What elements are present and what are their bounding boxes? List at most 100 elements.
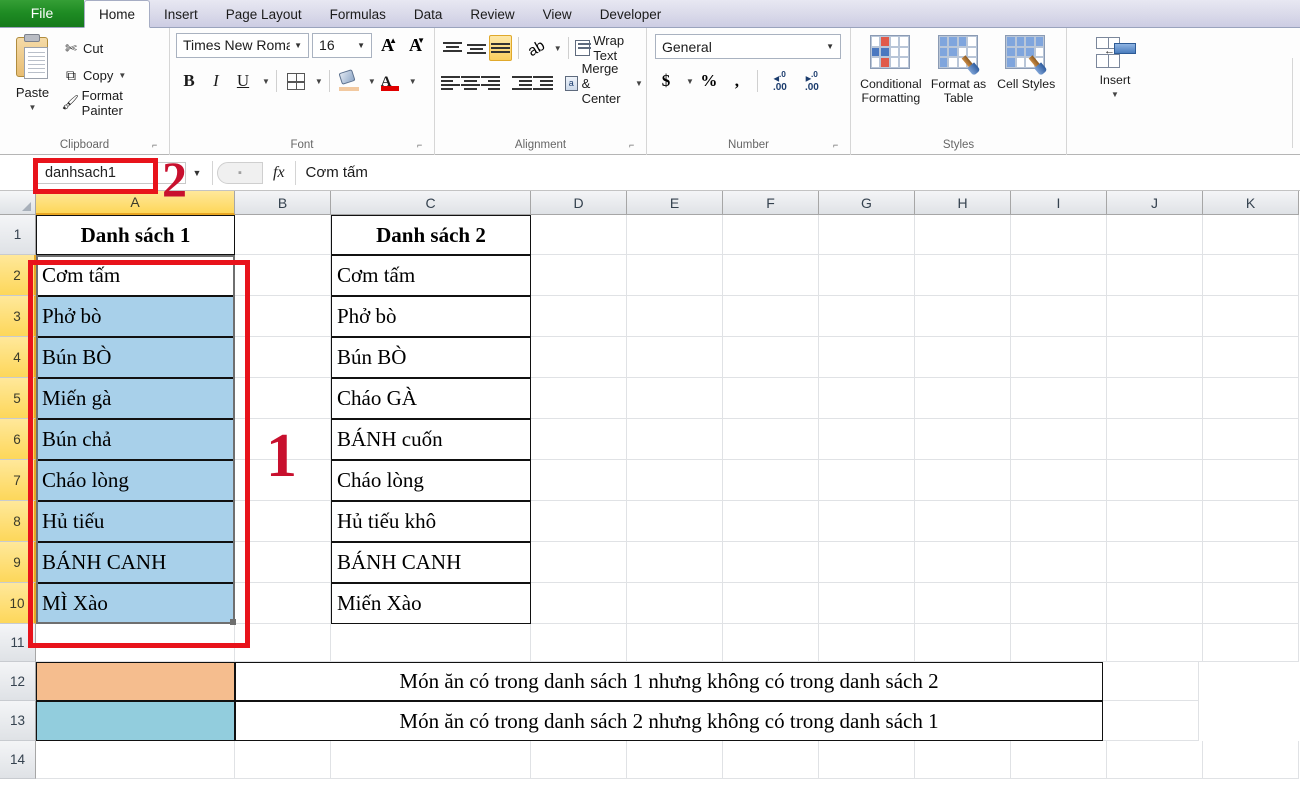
alignment-dialog-launcher[interactable]: ⌐ [629,140,640,151]
tab-formulas[interactable]: Formulas [316,1,400,27]
cell-i6[interactable] [1011,419,1107,460]
cell-i9[interactable] [1011,542,1107,583]
cell-j9[interactable] [1107,542,1203,583]
cell-k10[interactable] [1203,583,1299,624]
chevron-down-icon[interactable]: ▼ [635,79,643,88]
percent-button[interactable]: % [696,68,722,94]
cell-f8[interactable] [723,501,819,542]
chevron-down-icon[interactable]: ▼ [118,71,126,80]
cell-i8[interactable] [1011,501,1107,542]
cell-h14[interactable] [915,741,1011,779]
cell-j4[interactable] [1107,337,1203,378]
cell-h1[interactable] [915,215,1011,255]
cell-d8[interactable] [531,501,627,542]
cell-c10[interactable]: Miến Xào [331,583,531,624]
cell-j5[interactable] [1107,378,1203,419]
cell-i3[interactable] [1011,296,1107,337]
cell-a4[interactable]: Bún BÒ [36,337,235,378]
cell-k2[interactable] [1203,255,1299,296]
chevron-down-icon[interactable]: ▼ [1111,90,1119,99]
cell-b14[interactable] [235,741,331,779]
row-header-1[interactable]: 1 [0,215,36,255]
row-header-14[interactable]: 14 [0,741,36,779]
cell-e10[interactable] [627,583,723,624]
paste-button[interactable]: Paste ▼ [6,31,59,135]
cell-c14[interactable] [331,741,531,779]
cell-e9[interactable] [627,542,723,583]
cell-i11[interactable] [1011,624,1107,662]
align-middle-button[interactable] [465,35,488,61]
cell-e5[interactable] [627,378,723,419]
cell-g7[interactable] [819,460,915,501]
cell-j10[interactable] [1107,583,1203,624]
cell-c1[interactable]: Danh sách 2 [331,215,531,255]
cell-h9[interactable] [915,542,1011,583]
cell-j11[interactable] [1107,624,1203,662]
align-right-button[interactable] [481,70,500,96]
cell-j1[interactable] [1107,215,1203,255]
cell-styles-button[interactable]: Cell Styles [992,35,1060,135]
cell-h8[interactable] [915,501,1011,542]
cell-i2[interactable] [1011,255,1107,296]
font-name-combo[interactable]: Times New Roma ▼ [176,32,310,58]
cell-f14[interactable] [723,741,819,779]
align-center-button[interactable] [461,70,480,96]
row-header-12[interactable]: 12 [0,662,36,701]
column-header-a[interactable]: A [36,191,235,215]
clipboard-dialog-launcher[interactable]: ⌐ [152,140,163,151]
cell-g9[interactable] [819,542,915,583]
cell-h5[interactable] [915,378,1011,419]
row-header-9[interactable]: 9 [0,542,36,583]
cell-b5[interactable] [235,378,331,419]
cell-a3[interactable]: Phở bò [36,296,235,337]
row-header-10[interactable]: 10 [0,583,36,624]
cell-b3[interactable] [235,296,331,337]
cell-a1[interactable]: Danh sách 1 [36,215,235,255]
cell-e1[interactable] [627,215,723,255]
tab-view[interactable]: View [529,1,586,27]
cell-g14[interactable] [819,741,915,779]
cell-h10[interactable] [915,583,1011,624]
cell-e6[interactable] [627,419,723,460]
row-header-8[interactable]: 8 [0,501,36,542]
chevron-down-icon[interactable]: ▼ [29,103,37,112]
cell-d2[interactable] [531,255,627,296]
cell-k14[interactable] [1203,741,1299,779]
cell-c2[interactable]: Cơm tấm [331,255,531,296]
grow-font-button[interactable]: A ▲ [375,33,400,58]
cell-e11[interactable] [627,624,723,662]
cell-e7[interactable] [627,460,723,501]
row-header-6[interactable]: 6 [0,419,36,460]
orientation-button[interactable]: ab [525,35,548,61]
column-header-j[interactable]: J [1107,191,1203,215]
cell-k11[interactable] [1203,624,1299,662]
cell-g6[interactable] [819,419,915,460]
column-header-i[interactable]: I [1011,191,1107,215]
row-header-11[interactable]: 11 [0,624,36,662]
cell-i7[interactable] [1011,460,1107,501]
cell-a10[interactable]: MÌ Xào [36,583,235,624]
cell-k9[interactable] [1203,542,1299,583]
cell-e3[interactable] [627,296,723,337]
cell-j6[interactable] [1107,419,1203,460]
font-color-button[interactable]: A [377,68,403,94]
cell-e4[interactable] [627,337,723,378]
comma-style-button[interactable]: , [724,68,750,94]
cell-b1[interactable] [235,215,331,255]
chevron-down-icon[interactable]: ▼ [353,41,369,50]
cell-d1[interactable] [531,215,627,255]
row-header-13[interactable]: 13 [0,701,36,741]
font-dialog-launcher[interactable]: ⌐ [417,140,428,151]
align-bottom-button[interactable] [488,35,513,61]
decrease-decimal-button[interactable]: ▸.0.00 [797,69,827,92]
cell-c11[interactable] [331,624,531,662]
legend-text-1[interactable]: Món ăn có trong danh sách 1 nhưng không … [235,662,1103,701]
column-header-e[interactable]: E [627,191,723,215]
cell-c4[interactable]: Bún BÒ [331,337,531,378]
name-box-chevron-down-icon[interactable]: ▼ [186,168,208,178]
row-header-5[interactable]: 5 [0,378,36,419]
cell-h3[interactable] [915,296,1011,337]
insert-function-icon[interactable]: fx [263,164,295,182]
cell-b4[interactable] [235,337,331,378]
borders-button[interactable] [283,68,309,94]
